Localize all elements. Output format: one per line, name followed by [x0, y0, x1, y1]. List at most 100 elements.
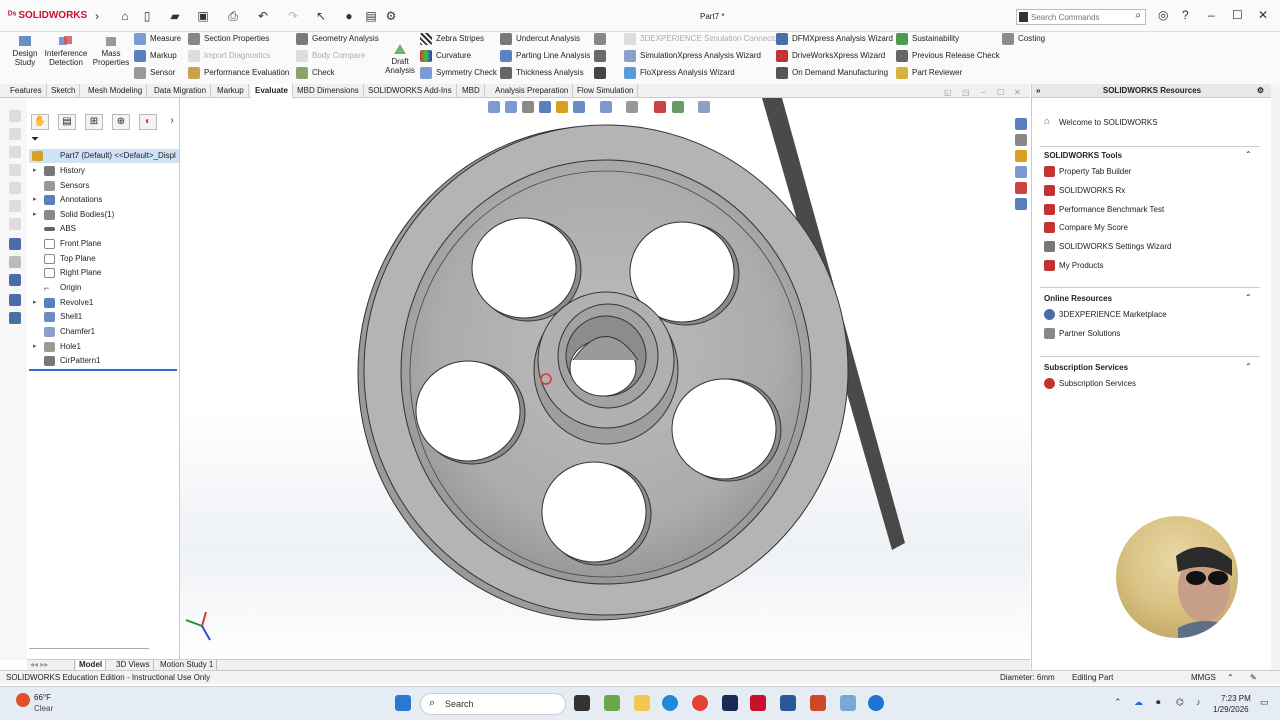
section-title[interactable]: SOLIDWORKS Tools	[1044, 151, 1122, 160]
collapse-caret-icon[interactable]: ⌃	[1245, 150, 1252, 159]
thickness-analysis-button[interactable]: Thickness Analysis	[500, 66, 584, 80]
strip-tool-icon[interactable]	[9, 164, 21, 176]
driveworksxpress-wizard-button[interactable]: DriveWorksXpress Wizard	[776, 49, 885, 63]
section-title[interactable]: Subscription Services	[1044, 363, 1128, 372]
tree-item-annotations[interactable]: ▸ Annotations	[27, 193, 177, 207]
design-study-button[interactable]: Design Study	[8, 34, 42, 67]
tab-mesh-modeling[interactable]: Mesh Modeling	[84, 84, 148, 98]
minimize-icon[interactable]: –	[1208, 8, 1215, 22]
collapse-caret-icon[interactable]: ⌃	[1245, 293, 1252, 302]
network-icon[interactable]: ⌬	[1176, 697, 1184, 708]
options-gear-icon[interactable]: ⚙	[384, 9, 398, 23]
widgets-icon[interactable]	[604, 695, 620, 711]
view-orientation-icon[interactable]	[573, 101, 585, 113]
graphics-area[interactable]	[180, 98, 1030, 660]
edge-browser-icon[interactable]	[662, 695, 678, 711]
chevron-right-icon[interactable]: ›	[90, 9, 104, 23]
resource-link[interactable]: SOLIDWORKS Rx	[1044, 184, 1125, 198]
tab-solidworks-add-ins[interactable]: SOLIDWORKS Add-Ins	[364, 84, 457, 98]
tree-item-cirpattern1[interactable]: CirPattern1	[27, 354, 177, 368]
quick-tips-icon[interactable]: ✎	[1250, 672, 1257, 684]
strip-tool-icon[interactable]	[9, 256, 21, 268]
tab-motion-study[interactable]: Motion Study 1	[157, 660, 218, 670]
maximize-icon[interactable]: ☐	[1232, 8, 1243, 22]
mass-properties-button[interactable]: Mass Properties	[92, 34, 130, 67]
section-view-icon[interactable]	[539, 101, 551, 113]
appearances-icon[interactable]	[1015, 182, 1027, 194]
unit-dropdown-icon[interactable]: ⌃	[1227, 672, 1234, 684]
strip-tool-icon[interactable]	[9, 274, 21, 286]
tab-flow-simulation[interactable]: Flow Simulation	[573, 84, 639, 98]
display-style-icon[interactable]	[600, 101, 612, 113]
tab-analysis-preparation[interactable]: Analysis Preparation	[491, 84, 574, 98]
tools-x-icon[interactable]	[594, 66, 610, 80]
compare-documents-icon[interactable]	[594, 32, 610, 46]
zebra-stripes-button[interactable]: Zebra Stripes	[420, 32, 484, 46]
curvature-button[interactable]: Curvature	[420, 49, 471, 63]
tray-overflow-icon[interactable]: ⌃	[1114, 697, 1122, 708]
view-palette-icon[interactable]	[1015, 166, 1027, 178]
geometry-analysis-button[interactable]: Geometry Analysis	[296, 32, 379, 46]
tree-item-right-plane[interactable]: Right Plane	[27, 266, 177, 280]
body-compare-button[interactable]: Body Compare	[296, 49, 365, 63]
powerpoint-app-icon[interactable]	[810, 695, 826, 711]
windows-start-icon[interactable]	[395, 695, 411, 711]
simulationxpress-wizard-button[interactable]: SimulationXpress Analysis Wizard	[624, 49, 761, 63]
resources-home-icon[interactable]	[1015, 118, 1027, 130]
viewport-restore-icon[interactable]: ◱	[944, 88, 952, 97]
strip-tool-icon[interactable]	[9, 182, 21, 194]
chrome-browser-icon[interactable]	[692, 695, 708, 711]
symmetry-check-button[interactable]: Symmetry Check	[420, 66, 497, 80]
dimxpert-tab-icon[interactable]: ⊕	[112, 114, 130, 130]
tab-mbd[interactable]: MBD	[458, 84, 485, 98]
part-model-wheel[interactable]	[180, 98, 1030, 660]
costing-button[interactable]: Costing	[1002, 32, 1045, 46]
sensor-button[interactable]: Sensor	[134, 66, 175, 80]
draft-analysis-button[interactable]: Draft Analysis	[384, 42, 416, 75]
resource-link[interactable]: Compare My Score	[1044, 221, 1128, 235]
clock-time[interactable]: 7:23 PM	[1221, 694, 1251, 703]
filter-icon[interactable]: ⏷	[31, 134, 39, 145]
save-icon[interactable]: ▣	[196, 9, 210, 23]
onedrive-icon[interactable]: ☁	[1134, 697, 1143, 708]
zoom-to-fit-icon[interactable]	[488, 101, 500, 113]
zoom-to-area-icon[interactable]	[505, 101, 517, 113]
3dexperience-simulation-connector-button[interactable]: 3DEXPERIENCE Simulation Connector	[624, 32, 781, 46]
collapse-caret-icon[interactable]: ⌃	[1245, 362, 1252, 371]
previous-release-check-button[interactable]: Previous Release Check	[896, 49, 1000, 63]
word-app-icon[interactable]	[780, 695, 796, 711]
sustainability-button[interactable]: Sustainability	[896, 32, 959, 46]
tab-evaluate[interactable]: Evaluate	[251, 84, 293, 98]
vertical-scrollbar[interactable]	[1271, 84, 1280, 670]
property-manager-tab-icon[interactable]: ▤	[58, 114, 76, 130]
tab-mbd-dimensions[interactable]: MBD Dimensions	[293, 84, 364, 98]
tree-root-part[interactable]: Part7 (Default) <<Default>_Displ	[29, 149, 179, 163]
custom-properties-icon[interactable]	[1015, 198, 1027, 210]
resource-link[interactable]: Performance Benchmark Test	[1044, 203, 1164, 217]
strip-tool-icon[interactable]	[9, 110, 21, 122]
file-explorer-icon[interactable]	[634, 695, 650, 711]
measure-button[interactable]: Measure	[134, 32, 181, 46]
resource-link[interactable]: My Products	[1044, 259, 1103, 273]
strip-tool-icon[interactable]	[9, 128, 21, 140]
resource-link[interactable]: Partner Solutions	[1044, 327, 1120, 341]
floxpress-wizard-button[interactable]: FloXpress Analysis Wizard	[624, 66, 735, 80]
strip-tool-icon[interactable]	[9, 294, 21, 306]
unit-system-selector[interactable]: MMGS	[1191, 672, 1216, 684]
resource-link[interactable]: SOLIDWORKS Settings Wizard	[1044, 240, 1171, 254]
weather-icon[interactable]	[16, 693, 30, 707]
part-reviewer-button[interactable]: Part Reviewer	[896, 66, 962, 80]
tree-item-sensors[interactable]: Sensors	[27, 179, 177, 193]
tree-item-history[interactable]: ▸ History	[27, 164, 177, 178]
welcome-link[interactable]: ⌂ Welcome to SOLIDWORKS	[1044, 116, 1158, 130]
select-pointer-icon[interactable]: ↖	[314, 9, 328, 23]
tree-item-front-plane[interactable]: Front Plane	[27, 237, 177, 251]
section-title[interactable]: Online Resources	[1044, 294, 1112, 303]
tab-features[interactable]: Features	[6, 84, 47, 98]
performance-evaluation-button[interactable]: Performance Evaluation	[188, 66, 289, 80]
help-icon[interactable]: ?	[1182, 8, 1189, 22]
open-folder-icon[interactable]: ▰	[168, 9, 182, 23]
strip-tool-icon[interactable]	[9, 238, 21, 250]
resource-link[interactable]: Property Tab Builder	[1044, 165, 1131, 179]
tab-scroll-arrows-icon[interactable]: ◂◂ ▸▸	[27, 660, 75, 670]
